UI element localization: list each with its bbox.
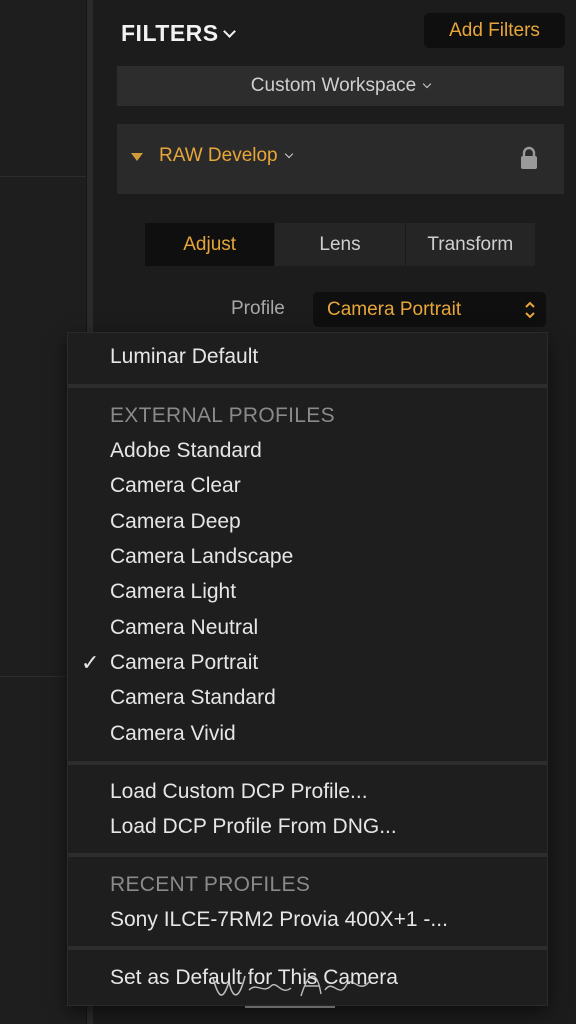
menu-item-camera-deep[interactable]: Camera Deep <box>110 510 241 534</box>
menu-item-camera-neutral[interactable]: Camera Neutral <box>110 616 258 640</box>
lock-icon[interactable] <box>519 146 539 170</box>
menu-item-camera-vivid[interactable]: Camera Vivid <box>110 722 236 746</box>
menu-separator <box>68 853 547 857</box>
profile-select[interactable]: Camera Portrait <box>313 292 546 327</box>
menu-item-adobe-standard[interactable]: Adobe Standard <box>110 439 262 463</box>
canvas-divider <box>0 176 86 177</box>
raw-develop-tabs: Adjust Lens Transform <box>145 223 535 266</box>
chevron-down-icon <box>284 149 293 159</box>
raw-develop-title[interactable]: RAW Develop <box>159 145 293 167</box>
menu-header-external-profiles: EXTERNAL PROFILES <box>110 404 335 427</box>
workspace-selector[interactable]: Custom Workspace <box>117 66 564 106</box>
add-filters-button[interactable]: Add Filters <box>424 13 565 48</box>
workspace-label: Custom Workspace <box>250 75 417 96</box>
menu-header-recent-profiles: RECENT PROFILES <box>110 873 311 896</box>
menu-item-camera-standard[interactable]: Camera Standard <box>110 686 276 710</box>
menu-separator <box>68 761 547 765</box>
tab-transform[interactable]: Transform <box>404 223 535 266</box>
chevron-down-icon <box>422 79 432 89</box>
menu-item-load-dcp-from-dng[interactable]: Load DCP Profile From DNG... <box>110 815 397 839</box>
profile-label: Profile <box>231 298 285 319</box>
filter-name: RAW Develop <box>159 145 278 166</box>
menu-item-luminar-default[interactable]: Luminar Default <box>110 345 258 369</box>
menu-item-load-custom-dcp[interactable]: Load Custom DCP Profile... <box>110 780 368 804</box>
menu-separator <box>68 946 547 950</box>
menu-item-camera-light[interactable]: Camera Light <box>110 580 236 604</box>
menu-item-camera-portrait[interactable]: Camera Portrait <box>110 651 258 675</box>
photographer-signature-watermark <box>212 975 370 1008</box>
profile-dropdown-menu: Luminar Default EXTERNAL PROFILES Adobe … <box>68 333 547 1005</box>
updown-chevron-icon <box>525 301 535 319</box>
chevron-down-icon <box>222 24 236 38</box>
tab-lens[interactable]: Lens <box>274 223 404 266</box>
profile-select-value: Camera Portrait <box>327 298 462 320</box>
filters-title-text: FILTERS <box>121 20 219 46</box>
menu-item-camera-clear[interactable]: Camera Clear <box>110 474 241 498</box>
menu-item-recent-profile[interactable]: Sony ILCE-7RM2 Provia 400X+1 -... <box>110 908 448 932</box>
filters-menu-title[interactable]: FILTERS <box>121 20 236 47</box>
tab-adjust[interactable]: Adjust <box>145 223 275 266</box>
triangle-down-icon[interactable] <box>131 153 143 161</box>
checkmark-icon: ✓ <box>81 650 100 675</box>
menu-separator <box>68 384 547 388</box>
menu-item-camera-landscape[interactable]: Camera Landscape <box>110 545 293 569</box>
